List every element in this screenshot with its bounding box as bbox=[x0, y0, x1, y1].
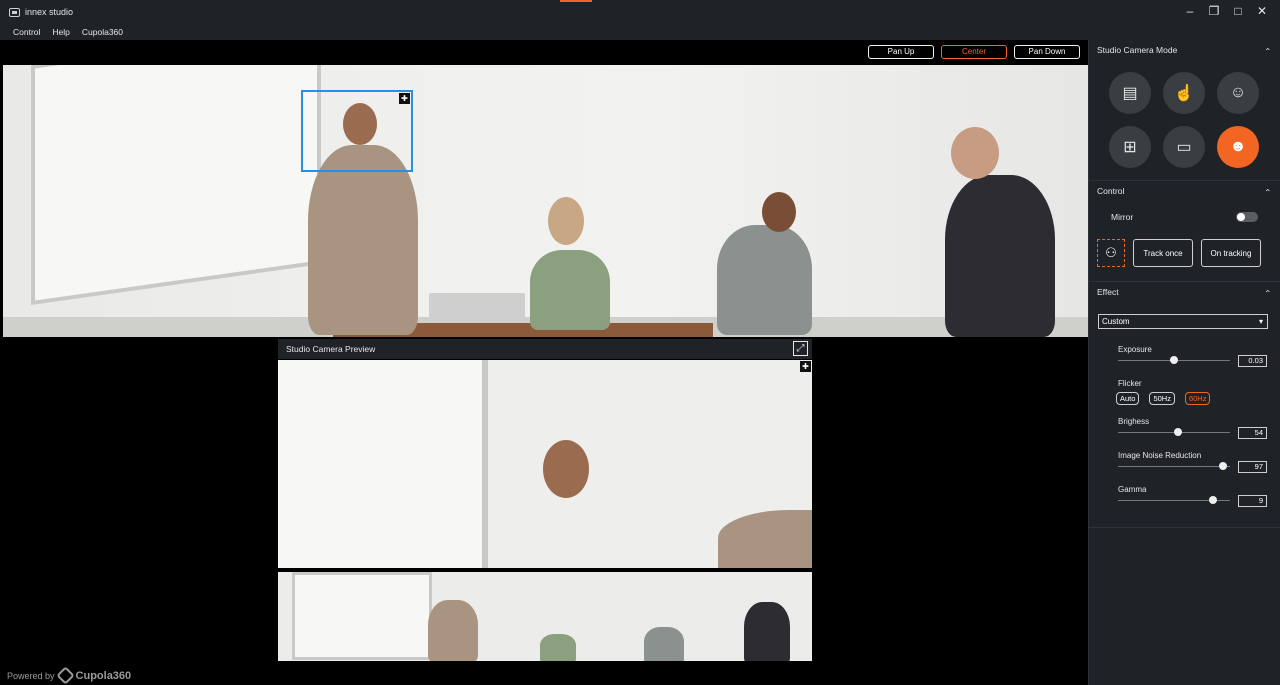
gamma-label: Gamma bbox=[1118, 485, 1147, 494]
brightness-label: Brighess bbox=[1118, 417, 1150, 426]
whiteboard bbox=[31, 65, 321, 305]
preview-header: Studio Camera Preview ⤢ bbox=[278, 339, 812, 359]
chevron-up-icon[interactable]: ⌄ bbox=[1264, 45, 1272, 56]
control-section-header[interactable]: Control ⌄ bbox=[1089, 181, 1280, 201]
chevron-up-icon[interactable]: ⌄ bbox=[1264, 287, 1272, 298]
mode-group-icon[interactable]: ☺ bbox=[1217, 72, 1259, 114]
menu-bar: Control Help Cupola360 bbox=[0, 24, 1280, 40]
mode-section-title: Studio Camera Mode bbox=[1097, 45, 1178, 55]
brightness-knob[interactable] bbox=[1174, 428, 1183, 436]
menu-help[interactable]: Help bbox=[52, 27, 69, 37]
minimize-icon[interactable]: – bbox=[1184, 5, 1196, 17]
pan-controls: Pan Up Center Pan Down bbox=[868, 45, 1080, 59]
woman-figure bbox=[530, 250, 610, 330]
camera-stage: Pan Up Center Pan Down ✚ Studio Camera P… bbox=[0, 40, 1088, 685]
chevron-up-icon[interactable]: ⌄ bbox=[1264, 186, 1272, 197]
menu-control[interactable]: Control bbox=[13, 27, 40, 37]
preview-main-view[interactable]: ✚ bbox=[278, 360, 812, 568]
control-section-title: Control bbox=[1097, 186, 1125, 196]
mode-section-header[interactable]: Studio Camera Mode ⌄ bbox=[1089, 40, 1280, 60]
seated-man-head bbox=[762, 192, 796, 232]
flicker-block: Flicker Auto 50Hz 60Hz bbox=[1089, 379, 1280, 417]
tracking-people-icon[interactable]: ⚇ bbox=[1097, 239, 1125, 267]
effect-section-header[interactable]: Effect ⌄ bbox=[1089, 282, 1280, 302]
exposure-knob[interactable] bbox=[1170, 356, 1178, 364]
menu-cupola360[interactable]: Cupola360 bbox=[82, 27, 123, 37]
preset-value: Custom bbox=[1102, 317, 1130, 326]
powered-by-label: Powered by bbox=[7, 670, 55, 681]
exposure-slider-block: Exposure 0.03 bbox=[1089, 345, 1280, 379]
noise-knob[interactable] bbox=[1219, 462, 1228, 470]
pin-icon[interactable]: ✚ bbox=[399, 93, 410, 104]
on-tracking-button[interactable]: On tracking bbox=[1201, 239, 1261, 267]
noise-track[interactable] bbox=[1118, 466, 1230, 467]
flicker-auto-button[interactable]: Auto bbox=[1116, 392, 1140, 405]
side-panel: Studio Camera Mode ⌄ ▤ ☝ ☺ ⊞ ▭ ☻ Control… bbox=[1088, 40, 1280, 685]
mode-manual-select-icon[interactable]: ☝ bbox=[1163, 72, 1205, 114]
center-button[interactable]: Center bbox=[941, 45, 1007, 59]
cupola-logo-icon bbox=[55, 666, 75, 685]
strip-seated-man bbox=[644, 627, 684, 661]
flicker-options: Auto 50Hz 60Hz bbox=[1116, 392, 1211, 405]
preview-presenter-figure bbox=[718, 510, 812, 568]
app-title: innex studio bbox=[25, 7, 74, 17]
flicker-50hz-button[interactable]: 50Hz bbox=[1149, 392, 1175, 405]
woman-head bbox=[548, 197, 584, 245]
strip-standing-man bbox=[744, 602, 790, 661]
mode-picture-in-picture-icon[interactable]: ▭ bbox=[1163, 126, 1205, 168]
brightness-slider-block: Brighess 54 bbox=[1089, 417, 1280, 451]
strip-whiteboard bbox=[292, 572, 432, 660]
mode-quad-icon[interactable]: ⊞ bbox=[1109, 126, 1151, 168]
mode-grid: ▤ ☝ ☺ ⊞ ▭ ☻ bbox=[1089, 60, 1280, 180]
preview-title: Studio Camera Preview bbox=[286, 344, 376, 354]
standing-man-head bbox=[951, 127, 999, 179]
tracking-row: ⚇ Track once On tracking bbox=[1089, 233, 1280, 273]
strip-woman bbox=[540, 634, 576, 661]
expand-icon[interactable]: ⤢ bbox=[793, 341, 808, 356]
chevron-down-icon: ▾ bbox=[1258, 317, 1263, 326]
flicker-label: Flicker bbox=[1118, 379, 1142, 388]
title-accent bbox=[560, 0, 592, 2]
noise-slider-block: Image Noise Reduction 97 bbox=[1089, 451, 1280, 485]
pan-down-button[interactable]: Pan Down bbox=[1014, 45, 1080, 59]
flicker-60hz-button[interactable]: 60Hz bbox=[1184, 392, 1211, 405]
powered-by: Powered by Cupola360 bbox=[7, 666, 132, 685]
title-bar: innex studio – ❐ □ ✕ bbox=[0, 0, 1280, 24]
exposure-value[interactable]: 0.03 bbox=[1238, 355, 1267, 367]
gamma-value[interactable]: 9 bbox=[1238, 495, 1267, 507]
noise-value[interactable]: 97 bbox=[1238, 461, 1267, 473]
cupola-brand: Cupola360 bbox=[75, 669, 132, 682]
tracking-box[interactable]: ✚ bbox=[301, 90, 413, 172]
strip-presenter bbox=[428, 600, 478, 661]
mirror-label: Mirror bbox=[1111, 212, 1134, 222]
preview-pin-icon[interactable]: ✚ bbox=[800, 361, 811, 372]
gamma-knob[interactable] bbox=[1209, 496, 1218, 504]
noise-label: Image Noise Reduction bbox=[1118, 451, 1202, 460]
mirror-row: Mirror bbox=[1089, 201, 1280, 233]
effect-section-title: Effect bbox=[1097, 287, 1119, 297]
window-controls: – ❐ □ ✕ bbox=[1184, 5, 1268, 17]
presenter-figure bbox=[308, 145, 418, 335]
mode-split-grid-icon[interactable]: ▤ bbox=[1109, 72, 1151, 114]
exposure-label: Exposure bbox=[1118, 345, 1152, 354]
preset-select[interactable]: Custom ▾ bbox=[1098, 314, 1268, 329]
maximize-icon[interactable]: □ bbox=[1232, 5, 1244, 17]
pan-up-button[interactable]: Pan Up bbox=[868, 45, 934, 59]
preview-whiteboard bbox=[278, 360, 488, 568]
mirror-toggle[interactable] bbox=[1236, 212, 1258, 222]
panorama-view[interactable]: ✚ bbox=[3, 65, 1088, 337]
brightness-value[interactable]: 54 bbox=[1238, 427, 1267, 439]
restore-icon[interactable]: ❐ bbox=[1208, 5, 1220, 17]
preview-panorama-strip[interactable] bbox=[278, 570, 812, 661]
close-icon[interactable]: ✕ bbox=[1256, 5, 1268, 17]
preview-presenter-head bbox=[543, 440, 589, 498]
gamma-slider-block: Gamma 9 bbox=[1089, 485, 1280, 519]
app-logo-icon bbox=[9, 7, 20, 17]
mode-speaker-icon[interactable]: ☻ bbox=[1217, 126, 1259, 168]
seated-man-figure bbox=[717, 225, 812, 335]
track-once-button[interactable]: Track once bbox=[1133, 239, 1193, 267]
standing-man-figure bbox=[945, 175, 1055, 337]
divider bbox=[1089, 527, 1280, 528]
